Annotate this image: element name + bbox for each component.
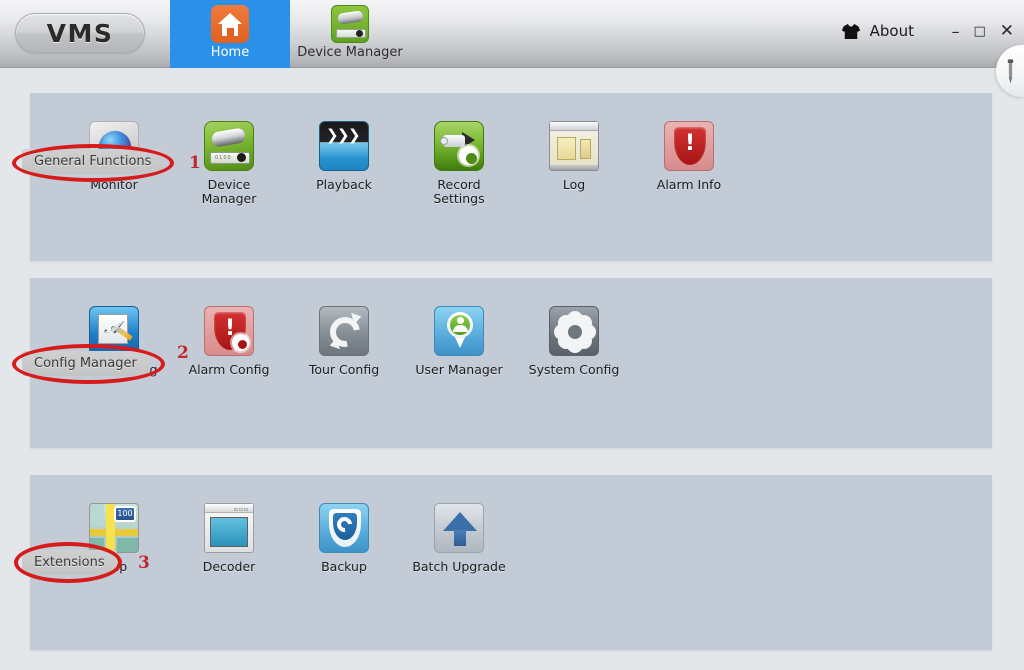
device-manager-icon-camera <box>210 127 247 148</box>
tile-system-config[interactable]: System Config <box>524 306 624 377</box>
tile-tour-config[interactable]: Tour Config <box>294 306 394 377</box>
tile-batch-upgrade-label: Batch Upgrade <box>412 559 506 574</box>
config-manager-items: 𝒜 Device Config ! Alarm Config <box>30 278 992 448</box>
log-icon-page-2 <box>580 139 591 159</box>
device-manager-icon-led <box>237 153 246 162</box>
annotation-ellipse-3 <box>14 542 122 583</box>
section-panel-general-functions: Monitor 0100 Device Manager ❯ ❯ ❯ Playba… <box>30 93 992 261</box>
close-button[interactable]: ✕ <box>1000 23 1014 40</box>
user-manager-icon <box>434 306 484 356</box>
tour-config-icon <box>319 306 369 356</box>
record-settings-icon <box>434 121 484 171</box>
record-settings-icon-lens <box>440 137 448 145</box>
tile-user-manager-label: User Manager <box>415 362 503 377</box>
decoder-icon-dots: ▫▫▫ <box>233 506 249 513</box>
tile-record-settings-label: Record Settings <box>433 177 485 206</box>
log-icon-page-1 <box>557 137 576 160</box>
alarm-info-icon: ! <box>664 121 714 171</box>
backup-icon <box>319 503 369 553</box>
tab-home-label: Home <box>210 45 250 60</box>
decoder-icon: ▫▫▫ <box>204 503 254 553</box>
tile-record-settings[interactable]: Record Settings <box>409 121 509 206</box>
tile-device-manager-label: Device Manager <box>201 177 257 206</box>
annotation-number-3: 3 <box>138 553 150 573</box>
user-manager-icon-person-torso <box>453 325 468 332</box>
tile-decoder-label: Decoder <box>202 559 256 574</box>
annotation-number-1: 1 <box>189 153 201 173</box>
annotation-ellipse-2 <box>12 344 165 384</box>
tile-log[interactable]: Log <box>524 121 624 192</box>
log-icon-titlebar <box>550 122 598 131</box>
tab-home[interactable]: Home <box>170 0 290 68</box>
log-icon <box>549 121 599 171</box>
map-icon-block-1 <box>90 504 104 526</box>
home-content: Monitor 0100 Device Manager ❯ ❯ ❯ Playba… <box>0 68 1024 670</box>
nav-tabs: Home Device Manager <box>170 0 410 68</box>
about-button[interactable]: About <box>841 22 914 40</box>
tab-device-manager-label: Device Manager <box>297 45 403 60</box>
section-panel-extensions: 100 Map ▫▫▫ Decoder <box>30 475 992 650</box>
tile-alarm-config-label: Alarm Config <box>188 362 270 377</box>
maximize-button[interactable]: □ <box>973 25 985 38</box>
playback-icon: ❯ ❯ ❯ <box>319 121 369 171</box>
pin-icon <box>1007 59 1014 84</box>
tile-backup-label: Backup <box>321 559 367 574</box>
device-manager-icon: 0100 <box>204 121 254 171</box>
tile-user-manager[interactable]: User Manager <box>409 306 509 377</box>
log-icon-footer <box>550 165 598 170</box>
user-manager-icon-person-head <box>457 317 464 324</box>
tile-decoder[interactable]: ▫▫▫ Decoder <box>179 503 279 574</box>
title-bar: VMS Home Device Manager About – □ ✕ <box>0 0 1024 68</box>
tile-tour-config-label: Tour Config <box>308 362 380 377</box>
batch-upgrade-icon <box>434 503 484 553</box>
alarm-info-icon-exclamation: ! <box>684 131 696 156</box>
device-manager-icon-body <box>337 10 364 25</box>
tour-config-icon-arrow-1 <box>351 310 363 325</box>
alarm-config-icon-gear <box>232 334 249 351</box>
system-config-icon-gear <box>558 315 592 349</box>
tile-playback-label: Playback <box>316 177 372 192</box>
extensions-items: 100 Map ▫▫▫ Decoder <box>30 475 992 650</box>
tile-log-label: Log <box>562 177 586 192</box>
tile-system-config-label: System Config <box>528 362 620 377</box>
tile-alarm-config[interactable]: ! Alarm Config <box>179 306 279 377</box>
map-icon-block-3 <box>117 538 138 552</box>
map-icon-route-sign: 100 <box>114 506 136 522</box>
minimize-button[interactable]: – <box>951 23 959 40</box>
shirt-icon <box>841 23 860 39</box>
alarm-config-icon: ! <box>204 306 254 356</box>
batch-upgrade-icon-arrowhead <box>443 512 477 531</box>
home-icon-door <box>227 28 234 36</box>
annotation-number-2: 2 <box>177 343 189 363</box>
app-logo: VMS <box>15 13 145 53</box>
alarm-info-icon-shield: ! <box>674 127 706 165</box>
general-functions-items: Monitor 0100 Device Manager ❯ ❯ ❯ Playba… <box>30 93 992 261</box>
home-icon <box>211 5 249 43</box>
tile-alarm-info-label: Alarm Info <box>656 177 722 192</box>
device-manager-icon <box>331 5 369 43</box>
device-manager-icon-digits: 0100 <box>215 155 232 161</box>
device-manager-icon-dot <box>356 30 363 37</box>
tile-playback[interactable]: ❯ ❯ ❯ Playback <box>294 121 394 192</box>
decoder-icon-screen <box>210 517 248 547</box>
tile-backup[interactable]: Backup <box>294 503 394 574</box>
vms-main-window: VMS Home Device Manager About – □ ✕ Moni… <box>0 0 1024 670</box>
app-logo-text: VMS <box>46 18 114 48</box>
section-panel-config-manager: 𝒜 Device Config ! Alarm Config <box>30 278 992 448</box>
window-controls: – □ ✕ <box>951 23 1014 40</box>
playback-icon-gloss <box>320 142 368 170</box>
tile-batch-upgrade[interactable]: Batch Upgrade <box>409 503 509 574</box>
system-config-icon <box>549 306 599 356</box>
playback-icon-chevron-3: ❯ <box>348 126 361 144</box>
tile-alarm-info[interactable]: ! Alarm Info <box>639 121 739 192</box>
annotation-ellipse-1 <box>12 144 174 182</box>
batch-upgrade-icon-arrowstem <box>454 530 466 546</box>
record-settings-icon-gear <box>459 146 478 165</box>
about-label: About <box>869 22 914 40</box>
tab-device-manager[interactable]: Device Manager <box>290 0 410 68</box>
